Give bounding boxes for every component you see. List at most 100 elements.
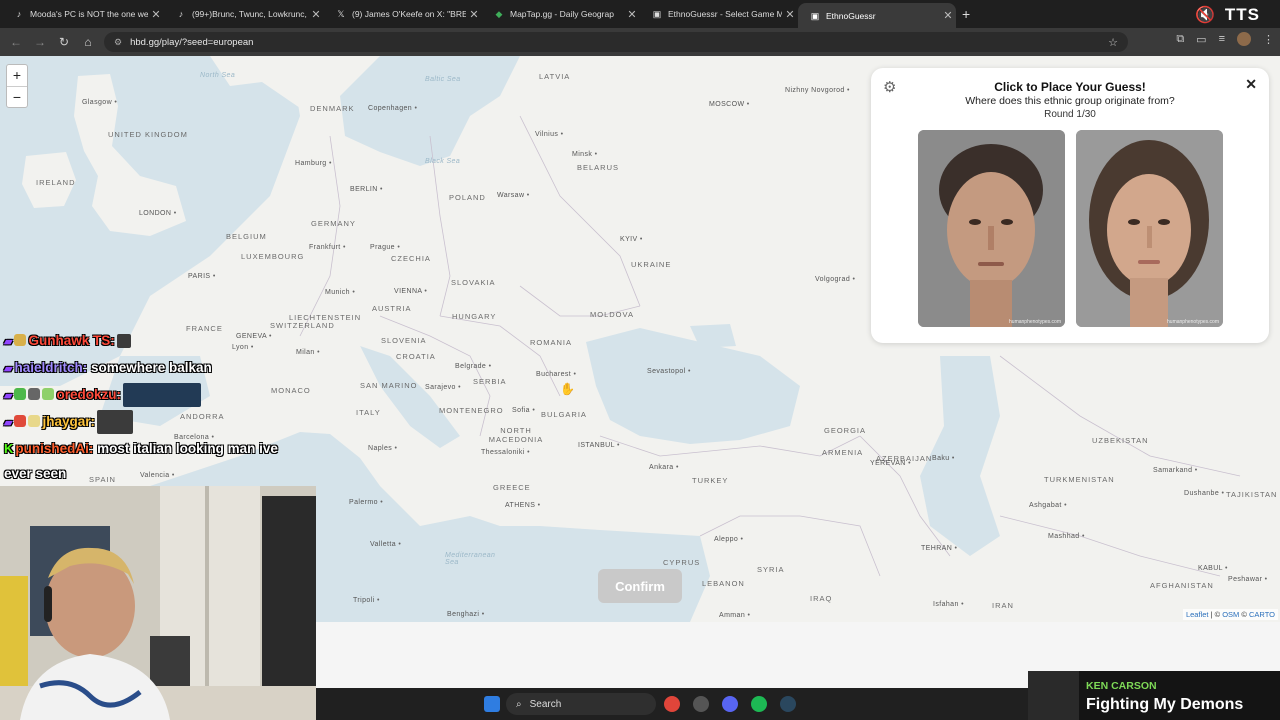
map-country-label: MOLDOVA — [590, 310, 634, 319]
map-city-label: Amman — [719, 612, 750, 619]
map-country-label: CYPRUS — [663, 558, 701, 567]
map-country-label: LUXEMBOURG — [241, 252, 305, 261]
map-attribution: Leaflet | © OSM © CARTO — [1182, 609, 1278, 620]
new-tab-icon[interactable]: + — [962, 6, 970, 22]
badge-icon — [14, 415, 27, 427]
chat-username: jhaygar: — [42, 414, 95, 429]
muted-speaker-icon: 🔇 — [1194, 7, 1215, 24]
map-country-label: SAN MARINO — [360, 381, 418, 390]
map-country-label: AUSTRIA — [372, 304, 412, 313]
map-city-label: Sofia — [512, 407, 535, 414]
now-playing-artist: KEN CARSON — [1086, 680, 1157, 692]
tab-close-icon[interactable]: ✕ — [624, 8, 640, 21]
tab-label: (99+)Brunc, Twunc, Lowkrunc, L — [192, 9, 308, 19]
zoom-in-button[interactable]: + — [7, 65, 27, 86]
map-city-label: Glasgow — [82, 99, 117, 106]
tts-label: TTS — [1224, 5, 1260, 24]
now-playing-song: Fighting My Demons — [1086, 696, 1244, 713]
back-arrow-icon[interactable]: ← — [4, 35, 28, 49]
menu-kebab-icon[interactable]: ⋮ — [1263, 33, 1274, 46]
map-city-label: Warsaw — [497, 192, 530, 199]
chat-username: punishedAi: — [15, 441, 94, 456]
map-city-label: Bucharest — [536, 371, 576, 378]
browser-tab-active[interactable]: ▣ EthnoGuessr ✕ — [798, 3, 956, 28]
map-city-label: Isfahan — [933, 601, 964, 608]
steam-icon[interactable] — [780, 696, 796, 712]
taskbar-search[interactable]: ⌕ Search — [506, 693, 656, 715]
browser-tab[interactable]: ◆ MapTap.gg - Daily Geograp ✕ — [482, 4, 640, 24]
discord-icon[interactable] — [722, 696, 738, 712]
image-watermark: humanphenotypes.com — [1009, 319, 1061, 325]
leaflet-link[interactable]: Leaflet — [1186, 610, 1209, 619]
badge-icon — [42, 388, 55, 400]
map-city-label: MOSCOW — [709, 101, 750, 108]
bookmark-star-icon[interactable]: ☆ — [1108, 36, 1118, 49]
tab-close-icon[interactable]: ✕ — [148, 8, 164, 21]
map-city-label: Valletta — [370, 541, 401, 548]
map-country-label: ARMENIA — [822, 448, 864, 457]
map-city-label: BERLIN — [350, 186, 383, 193]
map-country-label: IRAQ — [810, 594, 833, 603]
chat-message: ▰ Gunhawk TS: — [4, 328, 316, 355]
confirm-button[interactable]: Confirm — [598, 569, 682, 603]
browser-tab-bar: ♪ Mooda's PC is NOT the one we ✕ ♪ (99+)… — [0, 0, 1280, 28]
tab-close-icon[interactable]: ✕ — [308, 8, 324, 21]
chrome-icon[interactable] — [664, 696, 680, 712]
maptap-icon: ◆ — [495, 9, 503, 19]
media-icon[interactable]: ≡ — [1219, 33, 1225, 45]
browser-tab[interactable]: ▣ EthnoGuessr - Select Game Mo ✕ — [640, 4, 798, 24]
tab-label: (9) James O'Keefe on X: "BREAK — [352, 9, 466, 19]
carto-link[interactable]: CARTO — [1249, 610, 1275, 619]
map-country-label: HUNGARY — [452, 312, 497, 321]
chat-username: Gunhawk TS: — [28, 333, 115, 348]
address-bar[interactable]: ⚙ hbd.gg/play/?seed=european ☆ — [104, 32, 1128, 52]
map-country-label: MONTENEGRO — [439, 406, 504, 415]
reload-icon[interactable]: ↻ — [52, 35, 76, 49]
map-city-label: KYIV — [620, 236, 643, 243]
browser-tab[interactable]: ♪ Mooda's PC is NOT the one we ✕ — [2, 4, 164, 24]
map-country-label: LEBANON — [702, 579, 745, 588]
map-city-label: Vilnius — [535, 131, 564, 138]
map-country-label: CZECHIA — [391, 254, 431, 263]
map-city-label: Peshawar — [1228, 576, 1268, 583]
map-country-label: AFGHANISTAN — [1150, 581, 1214, 590]
chat-username: haieldritch: — [14, 360, 88, 375]
avatar[interactable] — [1237, 32, 1251, 46]
map-country-label: DENMARK — [310, 104, 355, 113]
map-country-label: GREECE — [493, 483, 531, 492]
map-city-label: Samarkand — [1153, 467, 1198, 474]
map-city-label: Baku — [932, 455, 955, 462]
extensions-icon[interactable]: ⧉ — [1176, 33, 1184, 46]
home-icon[interactable]: ⌂ — [76, 35, 100, 49]
map-city-label: ISTANBUL — [578, 442, 620, 449]
browser-tab[interactable]: 𝕏 (9) James O'Keefe on X: "BREAK ✕ — [324, 4, 482, 24]
zoom-out-button[interactable]: − — [7, 86, 27, 107]
chat-message: ▰ haieldritch: somewhere balkan — [4, 355, 316, 382]
map-city-label: LONDON — [139, 210, 177, 217]
attribution-separator: © — [1239, 610, 1250, 619]
spotify-icon[interactable] — [751, 696, 767, 712]
app-icon[interactable] — [693, 696, 709, 712]
chat-message: ▰ jhaygar: — [4, 409, 316, 436]
tab-close-icon[interactable]: ✕ — [940, 9, 956, 22]
map-country-label: BULGARIA — [541, 410, 587, 419]
map-country-label: ROMANIA — [530, 338, 573, 347]
map-sea-label: North Sea — [200, 72, 236, 79]
map-country-label: UNITED KINGDOM — [108, 130, 188, 139]
map-city-label: Frankfurt — [309, 244, 346, 251]
url-text: hbd.gg/play/?seed=european — [130, 36, 254, 48]
badge-icon — [14, 388, 27, 400]
map-city-label: Belgrade — [455, 363, 491, 370]
browser-tab[interactable]: ♪ (99+)Brunc, Twunc, Lowkrunc, L ✕ — [164, 4, 324, 24]
tab-close-icon[interactable]: ✕ — [782, 8, 798, 21]
windows-start-icon[interactable] — [484, 696, 500, 712]
map-city-label: Sevastopol — [647, 368, 691, 375]
tab-close-icon[interactable]: ✕ — [466, 8, 482, 21]
cast-icon[interactable]: ▭ — [1196, 33, 1206, 46]
map-city-label: Hamburg — [295, 160, 332, 167]
map-city-label: KABUL — [1198, 565, 1228, 572]
map-country-label: LATVIA — [539, 72, 571, 81]
osm-link[interactable]: OSM — [1222, 610, 1239, 619]
site-info-icon[interactable]: ⚙ — [114, 37, 122, 48]
forward-arrow-icon[interactable]: → — [28, 35, 52, 49]
